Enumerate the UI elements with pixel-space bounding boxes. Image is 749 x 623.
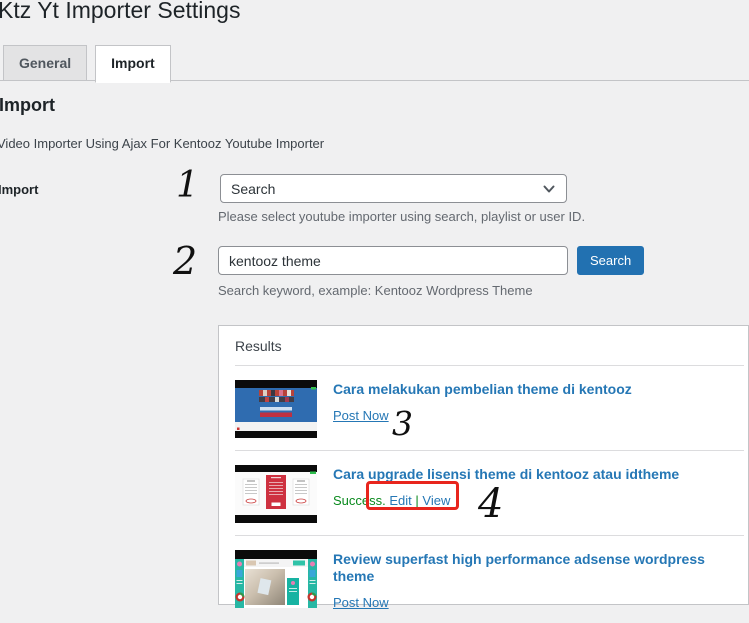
importer-select-help: Please select youtube importer using sea… <box>218 209 586 224</box>
blue-storefront-video-thumbnail <box>235 380 317 438</box>
search-button[interactable]: Search <box>577 246 645 275</box>
result-title-link[interactable]: Cara melakukan pembelian theme di kentoo… <box>333 381 632 398</box>
result-actions: Post Now <box>333 408 632 424</box>
results-panel: Results Cara melakukan pembelian theme d… <box>218 325 749 610</box>
tab-import[interactable]: Import <box>95 45 171 83</box>
import-field-label: Import <box>0 182 39 197</box>
result-row: Review superfast high performance adsens… <box>235 536 744 623</box>
result-content: Review superfast high performance adsens… <box>333 550 744 611</box>
chevron-down-icon <box>543 185 555 192</box>
tab-general[interactable]: General <box>3 45 88 81</box>
keyword-input-help: Search keyword, example: Kentooz Wordpre… <box>218 283 533 298</box>
annotation-number-1: 1 <box>176 165 199 206</box>
annotation-number-3: 3 <box>392 404 413 443</box>
importer-type-select[interactable]: Search <box>220 174 567 203</box>
section-description: Video Importer Using Ajax For Kentooz Yo… <box>0 136 325 151</box>
annotation-number-2: 2 <box>173 239 198 283</box>
result-title-link[interactable]: Review superfast high performance adsens… <box>333 551 744 585</box>
settings-tabs: General Import <box>3 45 179 83</box>
teal-website-video-thumbnail <box>235 550 317 608</box>
result-row: Cara melakukan pembelian theme di kentoo… <box>235 366 744 451</box>
annotation-number-4: 4 <box>478 481 504 527</box>
pricing-table-video-thumbnail <box>235 465 317 523</box>
results-heading: Results <box>235 326 744 366</box>
result-content: Cara melakukan pembelian theme di kentoo… <box>333 380 632 438</box>
result-actions: Post Now <box>333 595 744 611</box>
keyword-input[interactable] <box>218 246 568 275</box>
post-now-link[interactable]: Post Now <box>333 408 389 423</box>
section-heading: Import <box>0 95 55 115</box>
page-title: Ktz Yt Importer Settings <box>0 0 241 23</box>
importer-type-selected-value: Search <box>231 180 276 197</box>
annotation-highlight-box <box>366 481 459 510</box>
post-now-link[interactable]: Post Now <box>333 595 389 610</box>
